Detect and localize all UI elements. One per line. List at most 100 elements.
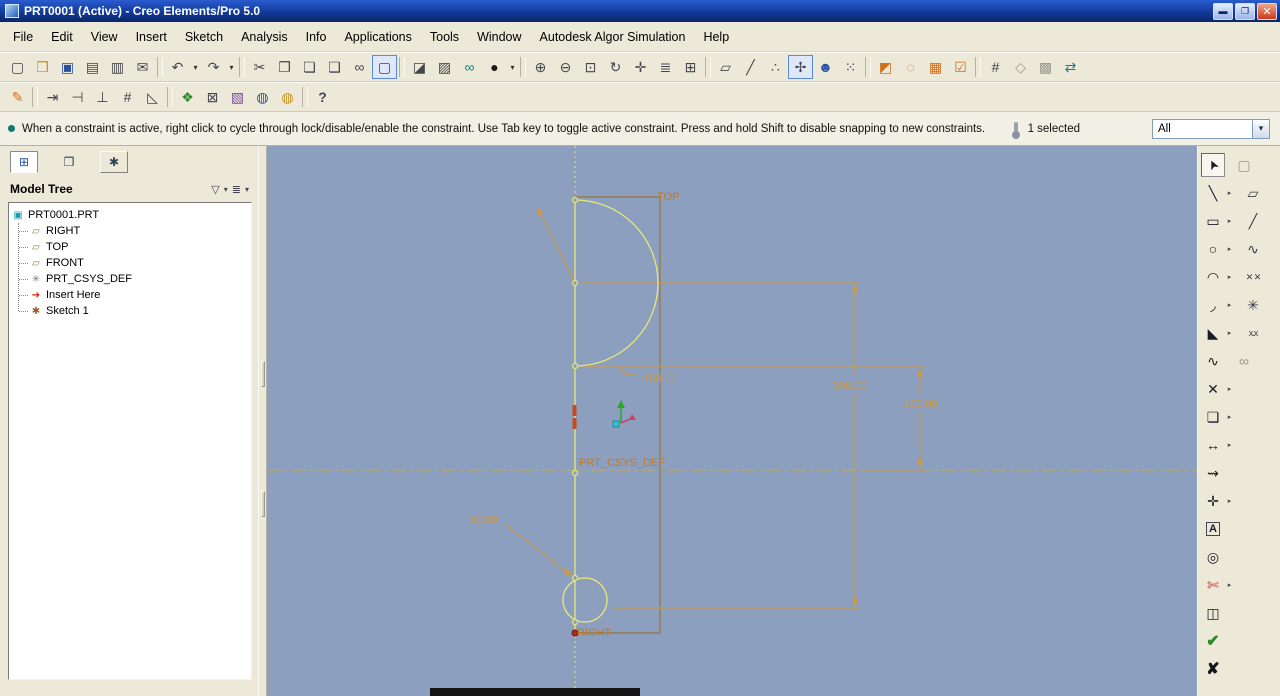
slanted-rectangle-button[interactable]: ▱	[1241, 181, 1265, 205]
favorites-tab[interactable]: ✱	[100, 151, 128, 173]
menu-sketch[interactable]: Sketch	[176, 26, 232, 48]
eraser-button[interactable]: ⊠	[200, 85, 225, 109]
selection-filter-combo[interactable]: All ▾	[1152, 119, 1270, 139]
section-toggle-button[interactable]: ⊣	[65, 85, 90, 109]
layers-button[interactable]: ≣	[653, 55, 678, 79]
orientation-toggle-button[interactable]: ⊥	[90, 85, 115, 109]
highlight-open-ends-button[interactable]: ◌	[898, 55, 923, 79]
tree-filter-button[interactable]: ▽	[210, 180, 220, 198]
menu-file[interactable]: File	[4, 26, 42, 48]
quit-button[interactable]: ✘	[1201, 657, 1225, 681]
view-manager-button[interactable]: ⊞	[678, 55, 703, 79]
menu-window[interactable]: Window	[468, 26, 530, 48]
menu-analysis[interactable]: Analysis	[232, 26, 297, 48]
menu-tools[interactable]: Tools	[421, 26, 468, 48]
diagnostics-button-1[interactable]: ◇	[1008, 55, 1033, 79]
send-email-button[interactable]: ✉	[130, 55, 155, 79]
grid-toggle-button[interactable]: #	[115, 85, 140, 109]
selected-entity[interactable]	[573, 405, 577, 416]
tree-item[interactable]: ▱ RIGHT	[29, 223, 249, 239]
csys-display-toggle[interactable]: ✢	[788, 55, 813, 79]
cut-button[interactable]: ✂	[247, 55, 272, 79]
menu-insert[interactable]: Insert	[127, 26, 176, 48]
tree-item[interactable]: ✳ PRT_CSYS_DEF	[29, 271, 249, 287]
feature-requirements-button[interactable]: ☑	[948, 55, 973, 79]
dimension-text-300[interactable]: 300.00	[833, 380, 867, 392]
tree-item[interactable]: ▱ FRONT	[29, 255, 249, 271]
dimension-tool-button[interactable]: ↔	[1201, 433, 1225, 457]
sketch-vertex[interactable]	[573, 364, 578, 369]
rectangle-tool-button[interactable]: ▭	[1201, 209, 1225, 233]
sketch-vertex[interactable]	[573, 471, 578, 476]
centerline-button[interactable]: ╱	[1241, 209, 1265, 233]
overlapping-geometry-button[interactable]: ▦	[923, 55, 948, 79]
open-file-button[interactable]: ❒	[30, 55, 55, 79]
appearance-button[interactable]: ◍	[275, 85, 300, 109]
plane-label-right[interactable]: RIGHT	[577, 627, 612, 639]
modify-button[interactable]: ⇝	[1201, 461, 1225, 485]
flyout-arrow-icon[interactable]: ▸	[1225, 441, 1234, 449]
flyout-arrow-icon[interactable]: ▸	[1225, 413, 1234, 421]
line-tool-button[interactable]: ╲	[1201, 181, 1225, 205]
arc-tool-button[interactable]: ◠	[1201, 265, 1225, 289]
paste-special-button[interactable]: ❑	[322, 55, 347, 79]
flyout-arrow-icon[interactable]: ▸	[1225, 329, 1234, 337]
point-tool-button[interactable]: ✕	[1201, 377, 1225, 401]
tree-filter-dropdown[interactable]: ▾	[223, 180, 229, 198]
undo-button[interactable]: ↶	[165, 55, 190, 79]
text-tool-button[interactable]: A	[1201, 517, 1225, 541]
graphics-area[interactable]: TOP PRT_CSYS_DEF RIGHT 150.00 300.00 100…	[267, 146, 1197, 696]
section-outline[interactable]	[575, 197, 660, 633]
tree-item[interactable]: ▱ TOP	[29, 239, 249, 255]
sketch-vertex[interactable]	[573, 198, 578, 203]
circle-tool-button[interactable]: ○	[1201, 237, 1225, 261]
tree-display-button[interactable]: ≣	[231, 180, 242, 198]
print-preview-button[interactable]: ▥	[105, 55, 130, 79]
redo-dropdown[interactable]: ▾	[226, 55, 237, 79]
plane-display-button[interactable]: ▨	[432, 55, 457, 79]
sketch-display-button[interactable]: ◪	[407, 55, 432, 79]
sketch-circle[interactable]	[563, 578, 607, 622]
crossing-select-button[interactable]: ▢	[1232, 153, 1256, 177]
datum-plane-toggle[interactable]: ▱	[713, 55, 738, 79]
image-button[interactable]: ▧	[225, 85, 250, 109]
menu-applications[interactable]: Applications	[335, 26, 420, 48]
redo-button[interactable]: ↷	[201, 55, 226, 79]
tree-item[interactable]: ✱ Sketch 1	[29, 303, 249, 319]
dimension-text-150[interactable]: 150.00	[643, 373, 677, 385]
tree-item[interactable]: ➔ Insert Here	[29, 287, 249, 303]
menu-autodesk-algor-simulation[interactable]: Autodesk Algor Simulation	[531, 26, 695, 48]
minimize-button[interactable]: ▬	[1213, 3, 1233, 20]
zoom-in-button[interactable]: ⊕	[528, 55, 553, 79]
done-button[interactable]: ✔	[1201, 629, 1225, 653]
use-edge-button[interactable]: ❏	[1201, 405, 1225, 429]
divide-point-button[interactable]: ✕ ✕	[1241, 265, 1265, 289]
dimension-text-50[interactable]: 50.00	[470, 514, 498, 526]
connections-button[interactable]: ⁙	[838, 55, 863, 79]
tree-display-dropdown[interactable]: ▾	[244, 180, 250, 198]
zoom-out-button[interactable]: ⊖	[553, 55, 578, 79]
chamfer-tool-button[interactable]: ◣	[1201, 321, 1225, 345]
delete-segment-button[interactable]: ✳	[1241, 293, 1265, 317]
splitter-grip[interactable]	[261, 361, 265, 387]
undo-dropdown[interactable]: ▾	[190, 55, 201, 79]
palette-button[interactable]: ❖	[175, 85, 200, 109]
panel-splitter[interactable]	[258, 146, 267, 696]
spline-tool-button[interactable]: ∿	[1201, 349, 1225, 373]
shading-style-button[interactable]: ●	[482, 55, 507, 79]
datum-point-toggle[interactable]: ∴	[763, 55, 788, 79]
menu-info[interactable]: Info	[297, 26, 336, 48]
sketch-canvas[interactable]: TOP PRT_CSYS_DEF RIGHT 150.00 300.00 100…	[267, 146, 1197, 696]
dimension-leader-50[interactable]	[505, 524, 572, 576]
shade-closed-loops-button[interactable]: ◩	[873, 55, 898, 79]
plane-label-top[interactable]: TOP	[657, 191, 679, 203]
save-file-button[interactable]: ▣	[55, 55, 80, 79]
model-tree-tab[interactable]: ⊞	[10, 151, 38, 173]
user-button[interactable]: ☻	[813, 55, 838, 79]
trim-button[interactable]: ✄	[1201, 573, 1225, 597]
paste-button[interactable]: ❏	[297, 55, 322, 79]
sketch-vertex[interactable]	[573, 576, 578, 581]
dimension-leader-150[interactable]	[537, 207, 575, 283]
menu-view[interactable]: View	[82, 26, 127, 48]
spectacles-button[interactable]: ∞	[457, 55, 482, 79]
